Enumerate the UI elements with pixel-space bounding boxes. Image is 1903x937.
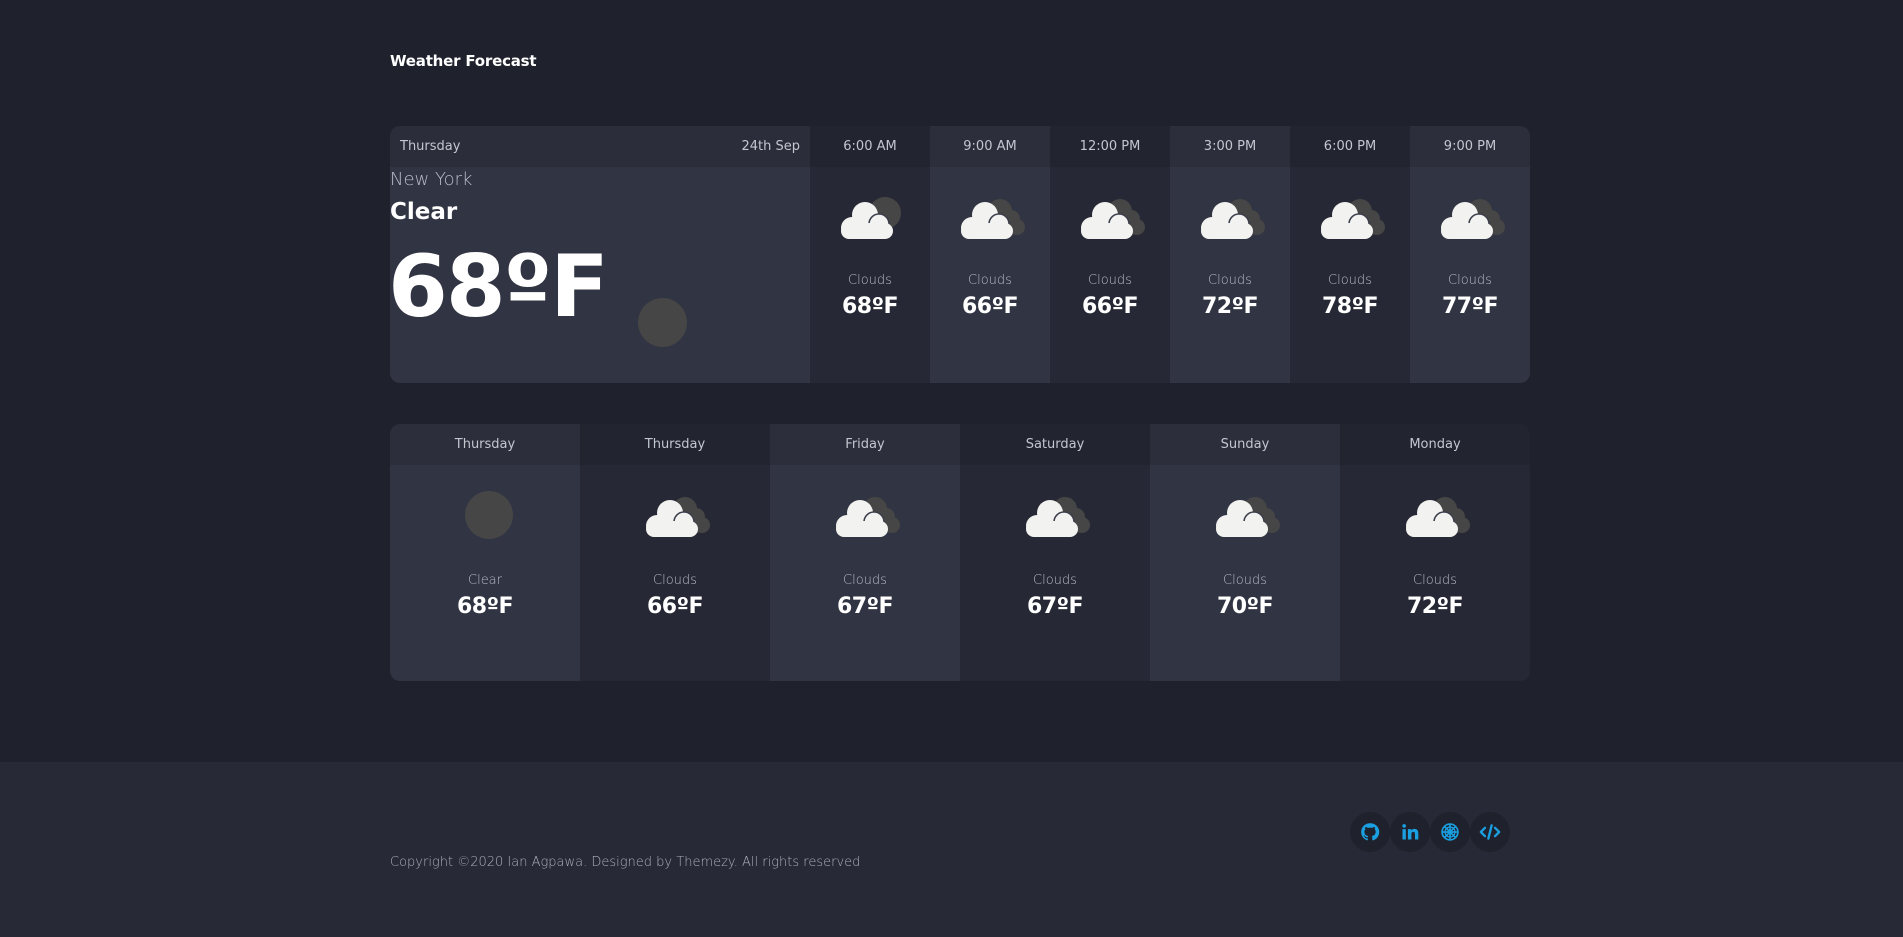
clear-sun-icon: [638, 298, 687, 347]
daily-temperature: 70ºF: [1216, 594, 1274, 619]
hourly-condition: Clouds: [968, 273, 1012, 288]
hourly-time: 6:00 PM: [1290, 126, 1410, 167]
broken-clouds-icon: [1201, 199, 1265, 239]
daily-day: Friday: [770, 424, 960, 465]
daily-condition: Clouds: [843, 573, 887, 588]
broken-clouds-icon: [646, 497, 710, 537]
daily-day: Thursday: [390, 424, 580, 465]
broken-clouds-icon: [1406, 497, 1470, 537]
weather-icon-wrap: [1210, 491, 1280, 539]
daily-forecast-card: Thursday Clear 68ºF Thursday Clouds 66ºF Frida…: [390, 424, 1530, 681]
daily-temperature: 66ºF: [646, 594, 704, 619]
weather-icon-wrap: [955, 193, 1025, 241]
broken-clouds-icon: [1081, 199, 1145, 239]
daily-item: Saturday Clouds 67ºF: [960, 424, 1150, 681]
weather-icon-wrap: [1195, 193, 1265, 241]
daily-item: Thursday Clouds 66ºF: [580, 424, 770, 681]
hourly-item: 12:00 PM Clouds 66ºF: [1050, 126, 1170, 383]
hourly-temperature: 68ºF: [841, 294, 899, 319]
daily-condition: Clouds: [1033, 573, 1077, 588]
daily-condition: Clear: [468, 573, 502, 588]
weather-icon-wrap: [1020, 491, 1090, 539]
hourly-forecast: 6:00 AM Clouds 68ºF 9:00 AM Clouds 66ºF 12:00 …: [810, 126, 1530, 383]
daily-item: Thursday Clear 68ºF: [390, 424, 580, 681]
hourly-item: 6:00 PM Clouds 78ºF: [1290, 126, 1410, 383]
hourly-temperature: 72ºF: [1201, 294, 1259, 319]
hourly-condition: Clouds: [1088, 273, 1132, 288]
current-temperature: 68ºF: [390, 237, 609, 337]
broken-clouds-icon: [1026, 497, 1090, 537]
hourly-time: 9:00 PM: [1410, 126, 1530, 167]
hourly-item: 9:00 AM Clouds 66ºF: [930, 126, 1050, 383]
hourly-condition: Clouds: [1208, 273, 1252, 288]
daily-condition: Clouds: [1223, 573, 1267, 588]
hourly-temperature: 77ºF: [1441, 294, 1499, 319]
hourly-condition: Clouds: [1328, 273, 1372, 288]
page-title: Weather Forecast: [390, 52, 537, 70]
hourly-condition: Clouds: [1448, 273, 1492, 288]
code-icon: [1479, 824, 1501, 840]
daily-day: Monday: [1340, 424, 1530, 465]
hourly-time: 3:00 PM: [1170, 126, 1290, 167]
hourly-item: 3:00 PM Clouds 72ºF: [1170, 126, 1290, 383]
hourly-time: 12:00 PM: [1050, 126, 1170, 167]
broken-clouds-icon: [1441, 199, 1505, 239]
weather-icon-wrap: [1075, 193, 1145, 241]
current-date: 24th Sep: [741, 139, 800, 154]
today-forecast-card: Thursday 24th Sep New York Clear 68ºF 6:…: [390, 126, 1530, 383]
linkedin-link[interactable]: [1390, 812, 1430, 852]
social-links: [1350, 812, 1510, 852]
few-clouds-icon: [841, 197, 901, 239]
daily-temperature: 67ºF: [1026, 594, 1084, 619]
city-name: New York: [390, 169, 473, 190]
weather-icon-wrap: [640, 491, 710, 539]
daily-day: Thursday: [580, 424, 770, 465]
daily-temperature: 68ºF: [456, 594, 514, 619]
hourly-temperature: 78ºF: [1321, 294, 1379, 319]
hourly-temperature: 66ºF: [1081, 294, 1139, 319]
daily-day: Sunday: [1150, 424, 1340, 465]
weather-icon-wrap: [450, 491, 520, 539]
clear-sun-icon: [465, 491, 513, 539]
daily-temperature: 72ºF: [1406, 594, 1464, 619]
copyright-text: Copyright ©2020 Ian Agpawa. Designed by …: [390, 855, 861, 870]
weather-icon-wrap: [1435, 193, 1505, 241]
weather-icon-wrap: [1400, 491, 1470, 539]
weather-icon-wrap: [830, 491, 900, 539]
daily-temperature: 67ºF: [836, 594, 894, 619]
broken-clouds-icon: [961, 199, 1025, 239]
broken-clouds-icon: [1321, 199, 1385, 239]
hourly-condition: Clouds: [848, 273, 892, 288]
footer: Copyright ©2020 Ian Agpawa. Designed by …: [0, 762, 1903, 937]
daily-item: Sunday Clouds 70ºF: [1150, 424, 1340, 681]
daily-item: Friday Clouds 67ºF: [770, 424, 960, 681]
current-condition: Clear: [390, 199, 458, 225]
linkedin-icon: [1402, 824, 1419, 840]
current-weather-header: Thursday 24th Sep: [390, 126, 810, 167]
daily-day: Saturday: [960, 424, 1150, 465]
empire-link[interactable]: [1430, 812, 1470, 852]
hourly-item: 6:00 AM Clouds 68ºF: [810, 126, 930, 383]
hourly-time: 9:00 AM: [930, 126, 1050, 167]
code-link[interactable]: [1470, 812, 1510, 852]
daily-condition: Clouds: [1413, 573, 1457, 588]
hourly-temperature: 66ºF: [961, 294, 1019, 319]
weather-icon-wrap: [1315, 193, 1385, 241]
weather-icon-wrap: [835, 193, 905, 241]
github-icon: [1361, 823, 1380, 841]
hourly-time: 6:00 AM: [810, 126, 930, 167]
current-weather-panel: Thursday 24th Sep New York Clear 68ºF: [390, 126, 810, 383]
broken-clouds-icon: [836, 497, 900, 537]
github-link[interactable]: [1350, 812, 1390, 852]
galactic-empire-icon: [1441, 823, 1459, 841]
current-day: Thursday: [400, 139, 461, 154]
broken-clouds-icon: [1216, 497, 1280, 537]
daily-item: Monday Clouds 72ºF: [1340, 424, 1530, 681]
daily-condition: Clouds: [653, 573, 697, 588]
hourly-item: 9:00 PM Clouds 77ºF: [1410, 126, 1530, 383]
